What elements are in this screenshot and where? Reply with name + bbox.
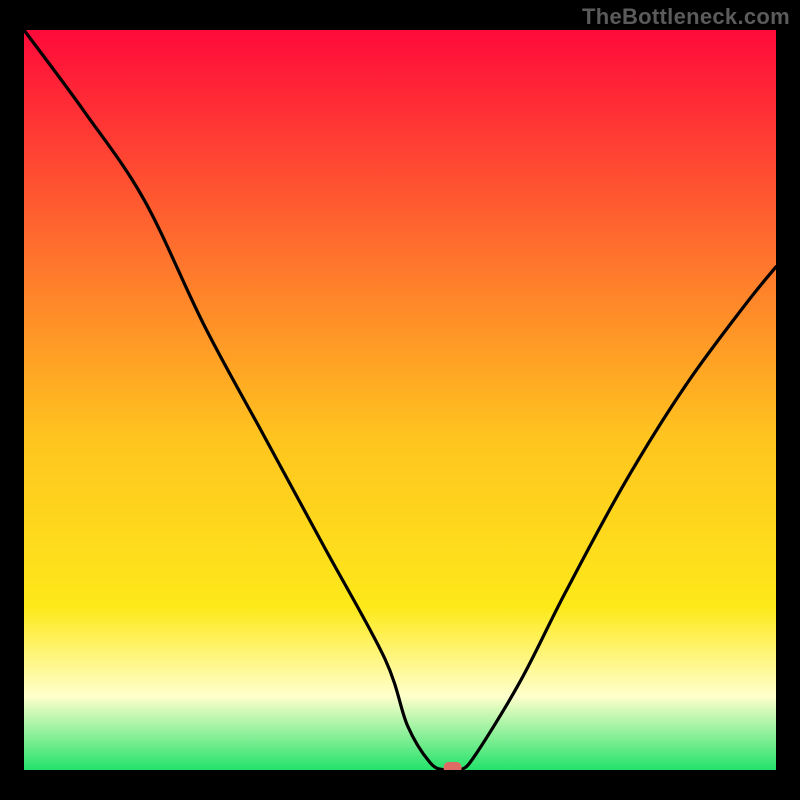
chart-frame: TheBottleneck.com bbox=[0, 0, 800, 800]
chart-svg bbox=[24, 30, 776, 770]
optimal-point-marker bbox=[444, 762, 462, 770]
watermark-text: TheBottleneck.com bbox=[582, 4, 790, 30]
plot-area bbox=[24, 30, 776, 770]
gradient-background bbox=[24, 30, 776, 770]
